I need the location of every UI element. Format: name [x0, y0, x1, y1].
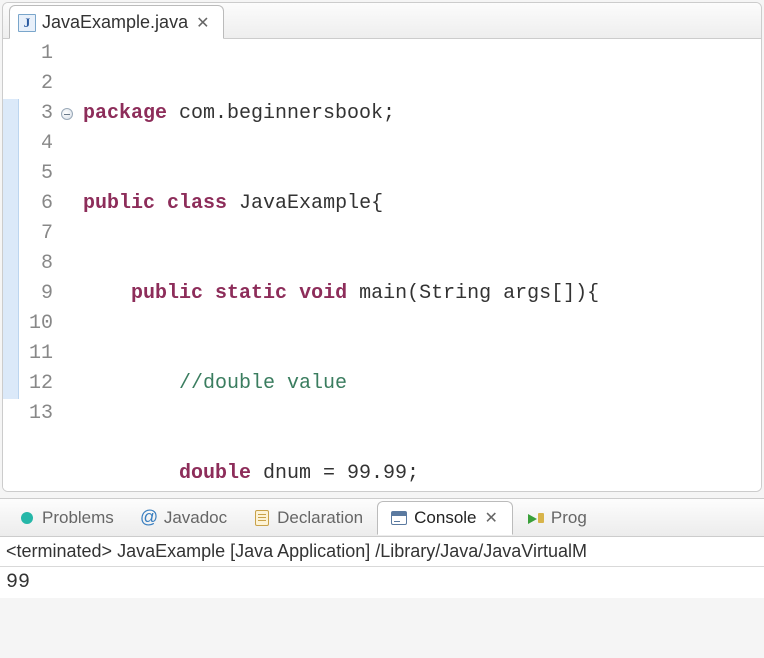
declaration-icon [253, 509, 271, 527]
views-tabbar: Problems @ Javadoc Declaration Console ✕… [0, 499, 764, 537]
console-icon [390, 509, 408, 527]
javadoc-icon: @ [140, 509, 158, 527]
tab-declaration[interactable]: Declaration [241, 502, 375, 534]
code-editor[interactable]: 1 2 3 4 5 6 7 8 9 10 11 12 13 package co… [3, 39, 761, 491]
tab-label: Prog [551, 508, 587, 528]
close-icon[interactable]: ✕ [194, 13, 211, 33]
line-number-gutter: 1 2 3 4 5 6 7 8 9 10 11 12 13 [19, 39, 59, 491]
line-number: 2 [19, 69, 53, 99]
line-number: 12 [19, 369, 53, 399]
line-number: 4 [19, 129, 53, 159]
editor-panel: J JavaExample.java ✕ 1 2 3 4 5 6 7 8 9 1… [2, 2, 762, 492]
tab-label: Console [414, 508, 476, 528]
console-status-line: <terminated> JavaExample [Java Applicati… [0, 537, 764, 567]
tab-label: Declaration [277, 508, 363, 528]
line-number: 1 [19, 39, 53, 69]
line-number: 11 [19, 339, 53, 369]
editor-tabbar: J JavaExample.java ✕ [3, 3, 761, 39]
tab-console[interactable]: Console ✕ [377, 501, 513, 535]
java-file-icon: J [18, 14, 36, 32]
tab-progress[interactable]: Prog [515, 502, 599, 534]
progress-icon [527, 509, 545, 527]
line-number: 7 [19, 219, 53, 249]
editor-tab-label: JavaExample.java [42, 12, 188, 33]
editor-tab-javaexample[interactable]: J JavaExample.java ✕ [9, 5, 224, 39]
line-number: 9 [19, 279, 53, 309]
line-number: 13 [19, 399, 53, 429]
line-number: 6 [19, 189, 53, 219]
line-number: 10 [19, 309, 53, 339]
line-number: 8 [19, 249, 53, 279]
tab-label: Problems [42, 508, 114, 528]
code-content[interactable]: package com.beginnersbook; public class … [75, 39, 761, 491]
folding-ruler [59, 39, 75, 491]
close-icon[interactable]: ✕ [483, 508, 500, 528]
tab-problems[interactable]: Problems [6, 502, 126, 534]
bottom-views-panel: Problems @ Javadoc Declaration Console ✕… [0, 498, 764, 598]
problems-icon [18, 509, 36, 527]
marker-ruler [3, 39, 19, 491]
console-output[interactable]: 99 [0, 567, 764, 598]
line-number: 3 [19, 99, 53, 129]
tab-javadoc[interactable]: @ Javadoc [128, 502, 239, 534]
fold-toggle-icon[interactable] [61, 108, 73, 120]
line-number: 5 [19, 159, 53, 189]
tab-label: Javadoc [164, 508, 227, 528]
